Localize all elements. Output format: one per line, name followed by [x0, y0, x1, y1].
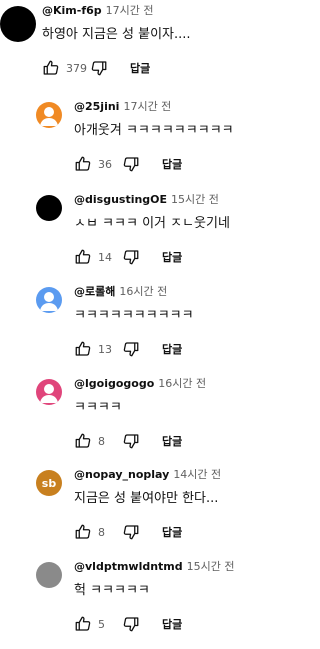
comment-actions: 8 답글	[74, 429, 182, 453]
like-count: 13	[98, 342, 112, 356]
comment-text: 하영아 지금은 성 붙이자....	[42, 27, 191, 42]
thumbs-down-icon[interactable]	[122, 523, 140, 541]
comment-author[interactable]: @disgustingOE	[74, 193, 167, 206]
comment-text: 지금은 성 붙여야만 한다...	[74, 491, 219, 506]
thumbs-down-icon[interactable]	[122, 340, 140, 358]
avatar[interactable]	[36, 195, 62, 221]
thumbs-down-icon[interactable]	[122, 155, 140, 173]
comment-header: @Kim-f6p 17시간 전	[42, 4, 154, 18]
avatar-initials: sb	[41, 476, 57, 490]
comment-text: ㅅㅂ ㅋㅋㅋ 이거 ㅈㄴ웃기네	[74, 216, 230, 231]
comment-author[interactable]: @nopay_noplay	[74, 468, 169, 481]
comment-time[interactable]: 15시간 전	[187, 560, 235, 573]
comment-text: 아개웃겨 ㅋㅋㅋㅋㅋㅋㅋㅋㅋ	[74, 123, 234, 138]
comment-actions: 36 답글	[74, 152, 182, 176]
thumbs-up-icon[interactable]	[42, 59, 60, 77]
comment-header: @25jini 17시간 전	[74, 100, 171, 114]
person-icon	[40, 384, 58, 403]
comment-author[interactable]: @vldptmwldntmd	[74, 560, 183, 573]
thumbs-up-icon[interactable]	[74, 523, 92, 541]
reply-item: sb @nopay_noplay 14시간 전 지금은 성 붙여야만 한다... …	[0, 468, 276, 548]
person-icon	[40, 292, 58, 311]
reply-button[interactable]: 답글	[162, 433, 182, 449]
like-count: 8	[98, 434, 105, 448]
reply-button[interactable]: 답글	[162, 156, 182, 172]
avatar[interactable]	[36, 379, 62, 405]
comment-time[interactable]: 14시간 전	[173, 468, 221, 481]
comment-header: @로롤해 16시간 전	[74, 285, 167, 299]
avatar[interactable]	[36, 287, 62, 313]
comment-actions: 14 답글	[74, 245, 182, 269]
comment-item: @Kim-f6p 17시간 전 하영아 지금은 성 붙이자.... 379 답글	[0, 4, 276, 84]
comment-time[interactable]: 17시간 전	[106, 4, 154, 17]
comment-header: @disgustingOE 15시간 전	[74, 193, 219, 207]
reply-button[interactable]: 답글	[130, 60, 150, 76]
comment-author[interactable]: @Kim-f6p	[42, 4, 102, 17]
reply-button[interactable]: 답글	[162, 249, 182, 265]
thumbs-down-icon[interactable]	[122, 432, 140, 450]
comment-actions: 8 답글	[74, 520, 182, 544]
like-count: 14	[98, 250, 112, 264]
reply-button[interactable]: 답글	[162, 616, 182, 632]
thumbs-up-icon[interactable]	[74, 155, 92, 173]
comment-actions: 379 답글	[42, 56, 150, 80]
comments-screen: { "comments": [ { "handle": "@Kim-f6p", …	[0, 0, 276, 649]
thumbs-up-icon[interactable]	[74, 340, 92, 358]
reply-button[interactable]: 답글	[162, 524, 182, 540]
comment-text: 헉 ㅋㅋㅋㅋㅋ	[74, 583, 150, 598]
thumbs-up-icon[interactable]	[74, 615, 92, 633]
reply-button[interactable]: 답글	[162, 341, 182, 357]
thumbs-down-icon[interactable]	[122, 248, 140, 266]
comment-actions: 5 답글	[74, 612, 182, 636]
comment-text: ㅋㅋㅋㅋㅋㅋㅋㅋㅋㅋ	[74, 308, 194, 323]
reply-item: @disgustingOE 15시간 전 ㅅㅂ ㅋㅋㅋ 이거 ㅈㄴ웃기네 14 답…	[0, 193, 276, 273]
like-count: 8	[98, 525, 105, 539]
comment-header: @nopay_noplay 14시간 전	[74, 468, 221, 482]
comment-header: @lgoigogogo 16시간 전	[74, 377, 206, 391]
reply-item: @lgoigogogo 16시간 전 ㅋㅋㅋㅋ 8 답글	[0, 377, 276, 457]
avatar[interactable]	[36, 102, 62, 128]
person-icon	[40, 107, 58, 126]
thumbs-up-icon[interactable]	[74, 248, 92, 266]
comment-author[interactable]: @25jini	[74, 100, 119, 113]
avatar[interactable]	[0, 6, 36, 42]
reply-item: @25jini 17시간 전 아개웃겨 ㅋㅋㅋㅋㅋㅋㅋㅋㅋ 36 답글	[0, 100, 276, 180]
comment-time[interactable]: 15시간 전	[171, 193, 219, 206]
comment-time[interactable]: 16시간 전	[158, 377, 206, 390]
avatar[interactable]	[36, 562, 62, 588]
like-count: 5	[98, 617, 105, 631]
comment-text: ㅋㅋㅋㅋ	[74, 400, 122, 415]
comment-author[interactable]: @lgoigogogo	[74, 377, 154, 390]
comment-header: @vldptmwldntmd 15시간 전	[74, 560, 235, 574]
reply-item: @로롤해 16시간 전 ㅋㅋㅋㅋㅋㅋㅋㅋㅋㅋ 13 답글	[0, 285, 276, 365]
avatar[interactable]: sb	[36, 470, 62, 496]
comment-time[interactable]: 17시간 전	[123, 100, 171, 113]
reply-item: @vldptmwldntmd 15시간 전 헉 ㅋㅋㅋㅋㅋ 5 답글	[0, 560, 276, 640]
comment-time[interactable]: 16시간 전	[119, 285, 167, 298]
comment-author[interactable]: @로롤해	[74, 285, 115, 298]
like-count: 379	[66, 61, 87, 75]
like-count: 36	[98, 157, 112, 171]
comment-actions: 13 답글	[74, 337, 182, 361]
thumbs-down-icon[interactable]	[122, 615, 140, 633]
thumbs-up-icon[interactable]	[74, 432, 92, 450]
thumbs-down-icon[interactable]	[90, 59, 108, 77]
